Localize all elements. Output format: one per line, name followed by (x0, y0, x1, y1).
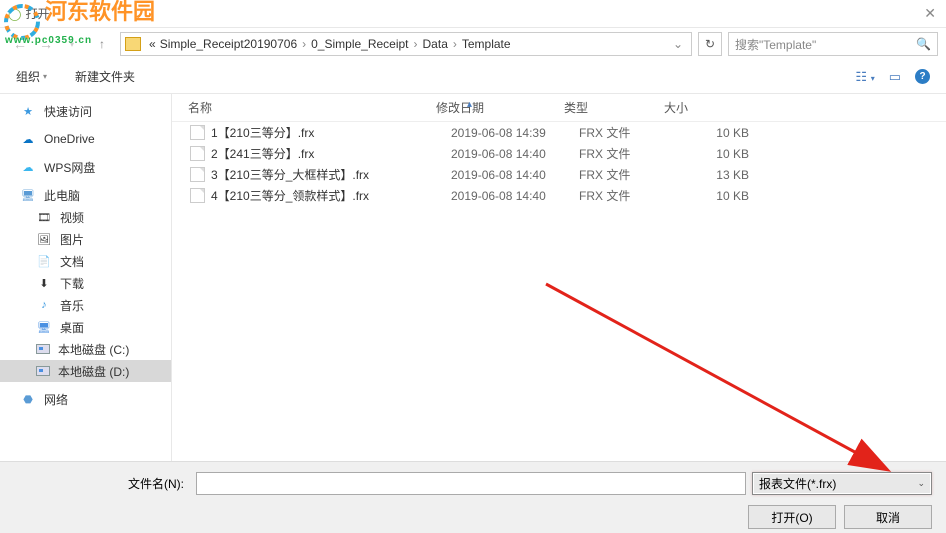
file-row[interactable]: 4【210三等分_领款样式】.frx 2019-06-08 14:40 FRX … (172, 185, 946, 206)
up-button[interactable]: ↑ (90, 32, 114, 56)
file-type: FRX 文件 (579, 145, 679, 162)
sidebar-item-this-pc[interactable]: 🖥此电脑 (0, 184, 171, 206)
filetype-select[interactable]: 报表文件(*.frx)⌄ (752, 472, 932, 495)
sidebar-item-videos[interactable]: 🎞视频 (0, 206, 171, 228)
sidebar-item-pictures[interactable]: 🖼图片 (0, 228, 171, 250)
sidebar-item-drive-c[interactable]: 本地磁盘 (C:) (0, 338, 171, 360)
cancel-button[interactable]: 取消 (844, 505, 932, 529)
sidebar-item-drive-d[interactable]: 本地磁盘 (D:) (0, 360, 171, 382)
sidebar-item-quick-access[interactable]: ★快速访问 (0, 100, 171, 122)
sidebar: ★快速访问 ☁OneDrive ☁WPS网盘 🖥此电脑 🎞视频 🖼图片 📄文档 … (0, 94, 172, 462)
back-button[interactable]: ← (8, 32, 32, 56)
sidebar-item-onedrive[interactable]: ☁OneDrive (0, 128, 171, 150)
file-size: 10 KB (679, 147, 779, 161)
file-icon (190, 146, 205, 161)
search-input[interactable]: 搜索"Template" 🔍 (728, 32, 938, 56)
search-icon: 🔍 (916, 37, 931, 51)
column-type[interactable]: 类型 (558, 99, 658, 116)
file-date: 2019-06-08 14:40 (451, 189, 579, 203)
file-date: 2019-06-08 14:40 (451, 168, 579, 182)
breadcrumb-item[interactable]: 0_Simple_Receipt (309, 37, 410, 51)
file-name: 2【241三等分】.frx (211, 145, 451, 162)
file-icon (190, 188, 205, 203)
titlebar: ◯ 打开 ✕ (0, 0, 946, 28)
filename-label: 文件名(N): (14, 475, 190, 492)
file-type: FRX 文件 (579, 166, 679, 183)
folder-icon (125, 37, 141, 51)
organize-menu[interactable]: 组织▾ (16, 68, 47, 85)
sort-indicator-icon: ▴ (467, 99, 472, 110)
close-icon[interactable]: ✕ (924, 6, 936, 20)
column-name[interactable]: 名称 (182, 99, 430, 116)
file-name: 4【210三等分_领款样式】.frx (211, 187, 451, 204)
breadcrumb-dropdown-icon[interactable]: ⌄ (669, 37, 687, 51)
sidebar-item-documents[interactable]: 📄文档 (0, 250, 171, 272)
file-size: 10 KB (679, 126, 779, 140)
file-date: 2019-06-08 14:39 (451, 126, 579, 140)
file-list: 名称 修改日期 类型 大小 ▴ 1【210三等分】.frx 2019-06-08… (172, 94, 946, 462)
breadcrumb-item[interactable]: Template (460, 37, 513, 51)
file-date: 2019-06-08 14:40 (451, 147, 579, 161)
file-type: FRX 文件 (579, 187, 679, 204)
bottom-bar: 文件名(N): 报表文件(*.frx)⌄ 打开(O) 取消 (0, 461, 946, 533)
file-name: 3【210三等分_大框样式】.frx (211, 166, 451, 183)
preview-pane-icon[interactable]: ▭ (889, 69, 901, 85)
sidebar-item-desktop[interactable]: 🖥桌面 (0, 316, 171, 338)
help-icon[interactable]: ? (915, 69, 930, 84)
forward-button[interactable]: → (34, 32, 58, 56)
file-name: 1【210三等分】.frx (211, 124, 451, 141)
breadcrumb-item[interactable]: Simple_Receipt20190706 (158, 37, 299, 51)
file-icon (190, 125, 205, 140)
view-options-icon[interactable]: ☷ ▾ (855, 69, 874, 85)
file-row[interactable]: 3【210三等分_大框样式】.frx 2019-06-08 14:40 FRX … (172, 164, 946, 185)
refresh-button[interactable]: ↻ (698, 32, 722, 56)
file-type: FRX 文件 (579, 124, 679, 141)
window-title: ◯ 打开 (8, 5, 49, 22)
column-headers: 名称 修改日期 类型 大小 ▴ (172, 94, 946, 122)
breadcrumb-item[interactable]: Data (421, 37, 450, 51)
column-size[interactable]: 大小 (658, 99, 758, 116)
breadcrumb-prefix: « (147, 37, 158, 51)
file-size: 10 KB (679, 189, 779, 203)
recent-dropdown-icon[interactable]: ▾ (60, 32, 84, 56)
new-folder-button[interactable]: 新建文件夹 (75, 68, 135, 85)
sidebar-item-network[interactable]: ⬣网络 (0, 388, 171, 410)
toolbar: 组织▾ 新建文件夹 ☷ ▾ ▭ ? (0, 60, 946, 94)
filename-input[interactable] (196, 472, 746, 495)
file-row[interactable]: 1【210三等分】.frx 2019-06-08 14:39 FRX 文件 10… (172, 122, 946, 143)
file-icon (190, 167, 205, 182)
sidebar-item-wps[interactable]: ☁WPS网盘 (0, 156, 171, 178)
file-row[interactable]: 2【241三等分】.frx 2019-06-08 14:40 FRX 文件 10… (172, 143, 946, 164)
sidebar-item-music[interactable]: ♪音乐 (0, 294, 171, 316)
breadcrumb[interactable]: « Simple_Receipt20190706› 0_Simple_Recei… (120, 32, 692, 56)
app-icon: ◯ (8, 7, 21, 21)
annotation-arrow (536, 274, 906, 484)
search-placeholder: 搜索"Template" (735, 36, 816, 53)
column-modified[interactable]: 修改日期 (430, 99, 558, 116)
open-button[interactable]: 打开(O) (748, 505, 836, 529)
file-size: 13 KB (679, 168, 779, 182)
sidebar-item-downloads[interactable]: ⬇下载 (0, 272, 171, 294)
nav-row: ← → ▾ ↑ « Simple_Receipt20190706› 0_Simp… (0, 28, 946, 60)
